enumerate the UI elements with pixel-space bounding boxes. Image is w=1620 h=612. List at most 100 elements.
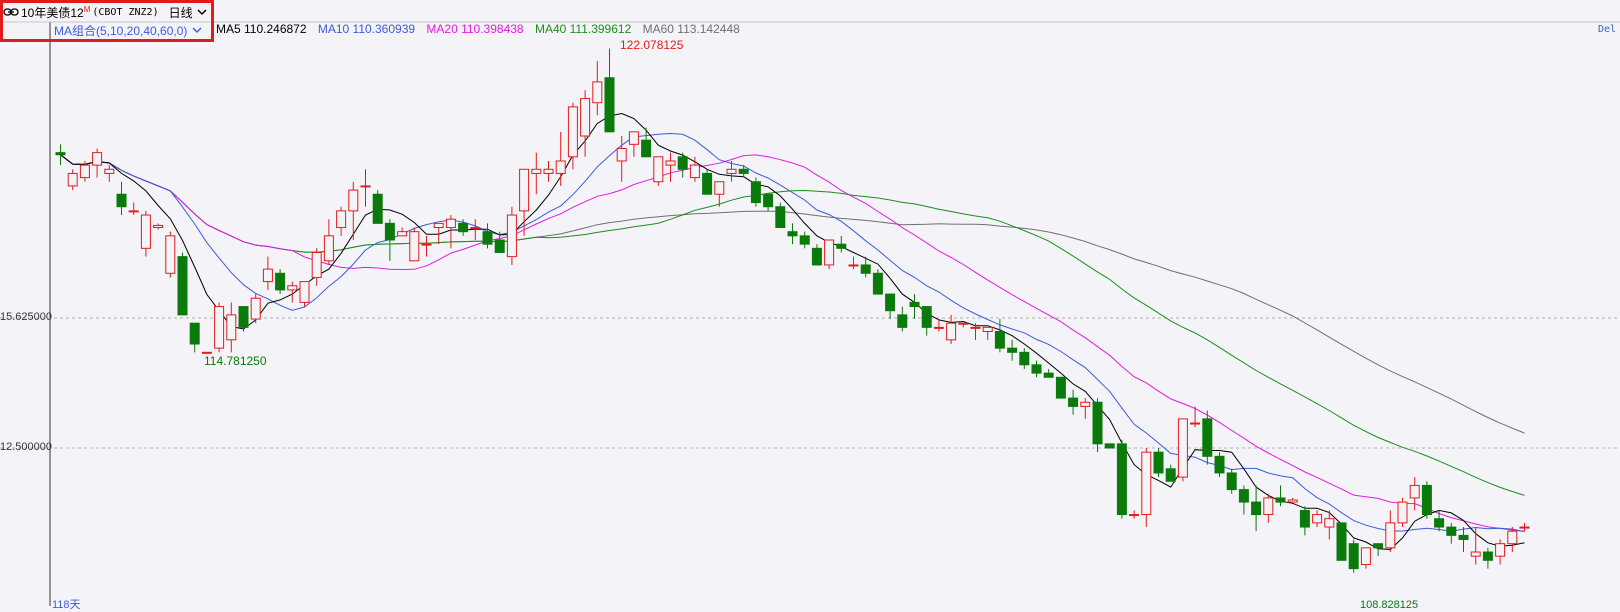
candle-body xyxy=(958,322,969,325)
instrument-badge: M xyxy=(83,4,91,14)
candle-body xyxy=(128,210,139,213)
candle-body xyxy=(836,243,847,249)
candle-body xyxy=(275,272,286,291)
candle-body xyxy=(1409,484,1420,499)
period-label: 日线 xyxy=(168,5,193,20)
candle-body xyxy=(116,193,127,208)
candle-body xyxy=(67,172,78,187)
candle-body xyxy=(775,206,786,229)
candle-body xyxy=(604,77,615,133)
candle-body xyxy=(909,301,920,308)
instrument-name: 10年美债12M xyxy=(21,4,90,21)
kline-chart[interactable] xyxy=(0,0,1620,606)
candle-body xyxy=(348,189,359,212)
candle-body xyxy=(1019,351,1030,366)
candle-body xyxy=(287,285,298,291)
ma40-value: MA40 111.399612 xyxy=(534,22,632,36)
instrument-name-text: 10年美债12 xyxy=(21,5,84,20)
candle-body xyxy=(1092,401,1103,445)
ma5-line xyxy=(60,112,1525,551)
candle-body xyxy=(1470,551,1481,557)
ma10-value: MA10 110.360939 xyxy=(317,22,416,36)
candle-body xyxy=(397,231,408,237)
candle-body xyxy=(824,239,835,266)
link-icon[interactable] xyxy=(3,6,19,18)
low-annotation: 114.781250 xyxy=(204,354,267,368)
candle-body xyxy=(738,168,749,174)
candle-body xyxy=(1324,518,1335,528)
candle-body xyxy=(1458,534,1469,541)
candle-body xyxy=(897,314,908,328)
bottom-low-annotation: 108.828125 xyxy=(1360,599,1419,611)
candle-body xyxy=(1031,364,1042,374)
candle-body xyxy=(1068,397,1079,407)
candle-body xyxy=(92,152,103,166)
period-selector[interactable]: 日线 xyxy=(169,4,207,21)
ma20-value: MA20 110.398438 xyxy=(426,22,524,36)
kline-chart-svg[interactable] xyxy=(0,0,1620,606)
candle-body xyxy=(885,293,896,312)
candle-body xyxy=(1251,501,1262,516)
candle-body xyxy=(104,168,115,174)
candle-body xyxy=(1482,551,1493,561)
candle-body xyxy=(848,264,859,267)
candle-body xyxy=(238,306,249,328)
candle-body xyxy=(970,326,981,329)
candle-body xyxy=(787,231,798,237)
candle-body xyxy=(567,106,578,158)
candle-body xyxy=(1397,501,1408,524)
candle-body xyxy=(799,235,810,245)
candle-body xyxy=(1055,376,1066,399)
candle-body xyxy=(1312,514,1323,524)
y-axis-label-upper: 15.625000 xyxy=(0,311,52,323)
candle-body xyxy=(543,168,554,174)
candle-body xyxy=(1238,489,1249,503)
candle-body xyxy=(641,139,652,158)
candle-body xyxy=(1214,455,1225,474)
candle-body xyxy=(409,231,420,262)
ma40-line xyxy=(60,154,1525,496)
delete-indicator-button[interactable]: Del xyxy=(1598,24,1616,35)
candle-body xyxy=(994,331,1005,349)
candle-body xyxy=(1373,543,1384,549)
instrument-title-row[interactable]: 10年美债12M (CBOT ZNZ2) 日线 xyxy=(3,3,207,21)
candle-body xyxy=(1153,451,1164,474)
candle-body xyxy=(1299,509,1310,528)
candle-body xyxy=(653,156,664,183)
candle-body xyxy=(616,147,627,162)
candle-body xyxy=(262,268,273,283)
candle-body xyxy=(592,81,603,104)
candle-body xyxy=(226,314,237,341)
candle-body xyxy=(1336,522,1347,561)
instrument-code: (CBOT ZNZ2) xyxy=(92,6,159,18)
candle-body xyxy=(153,224,164,229)
ma-legend: MA5 110.246872 MA10 110.360939 MA20 110.… xyxy=(216,22,748,36)
chevron-down-icon xyxy=(192,27,202,33)
candle-body xyxy=(726,168,737,174)
candle-body xyxy=(177,256,188,316)
candle-body xyxy=(933,326,944,329)
candle-body xyxy=(982,326,993,333)
candle-body xyxy=(1434,518,1445,528)
candle-body xyxy=(872,272,883,295)
candle-body xyxy=(750,181,761,204)
candle-body xyxy=(677,156,688,170)
candle-body xyxy=(1348,543,1359,570)
candle-body xyxy=(1202,418,1213,457)
candle-body xyxy=(360,185,371,188)
ma5-value: MA5 110.246872 xyxy=(216,22,307,36)
candle-body xyxy=(458,222,469,233)
bottom-axis-label: 118天 xyxy=(52,599,81,611)
candle-body xyxy=(165,235,176,274)
candle-body xyxy=(470,227,481,230)
candle-body xyxy=(811,247,822,266)
ma-combo-selector[interactable]: MA组合(5,10,20,40,60,0) xyxy=(54,22,202,39)
candle-body xyxy=(763,193,774,208)
candle-body xyxy=(714,181,725,195)
candle-body xyxy=(1446,526,1457,536)
candle-body xyxy=(1495,543,1506,557)
candle-body xyxy=(921,306,932,328)
candle-body xyxy=(1177,418,1188,478)
candle-body xyxy=(311,251,322,278)
candle-body xyxy=(494,239,505,253)
